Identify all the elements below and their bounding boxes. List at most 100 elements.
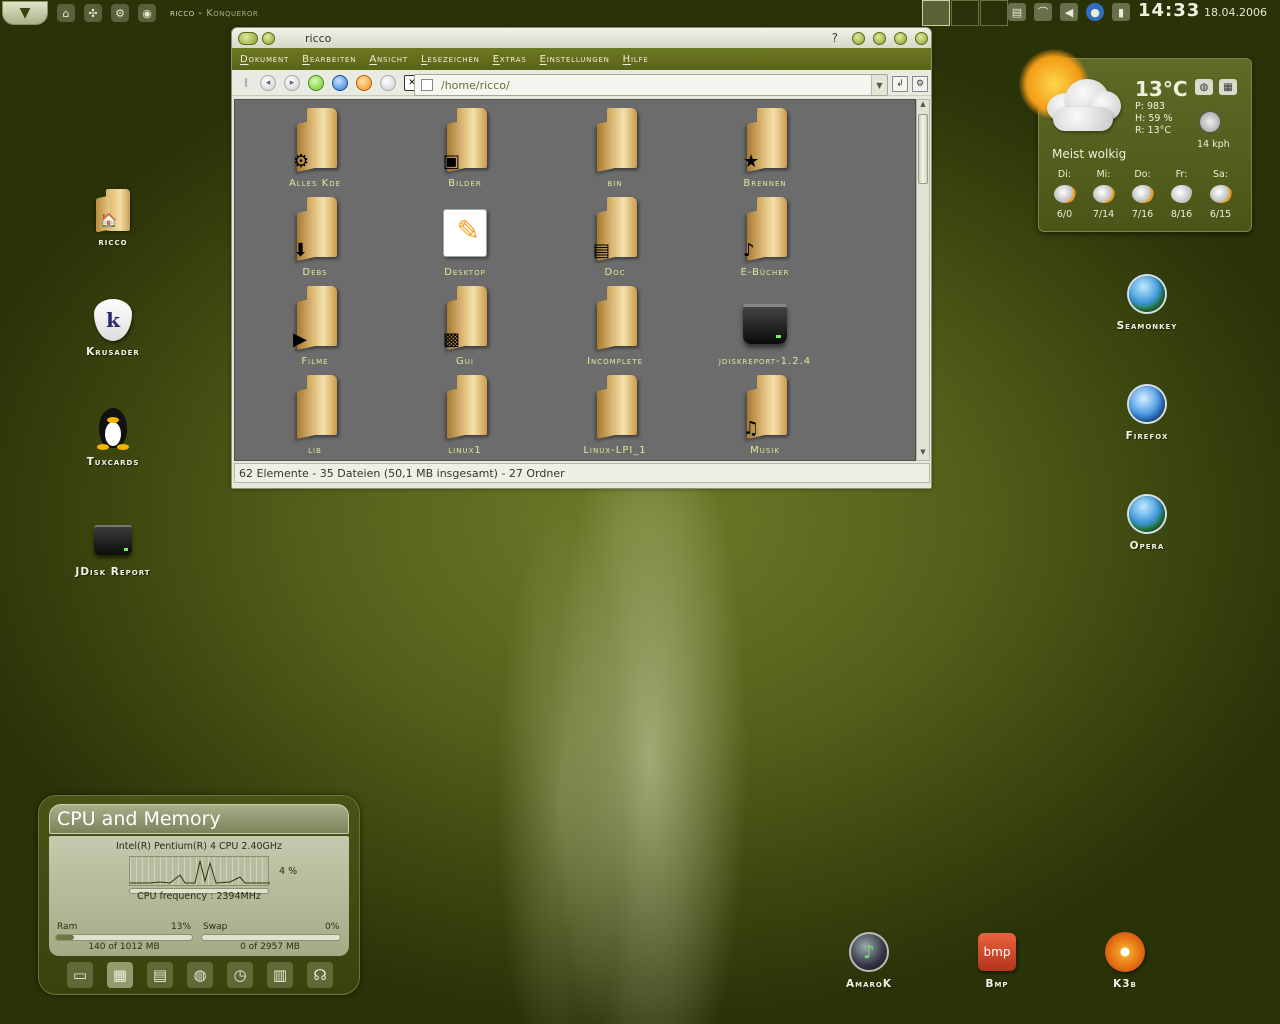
desktop-icon-bmp[interactable]: bmp Bmp <box>942 930 1052 990</box>
menu-dokument[interactable]: Dokument <box>240 54 289 65</box>
go-icon[interactable]: ↲ <box>892 76 908 92</box>
file-item-label: Filme <box>301 356 329 367</box>
file-item[interactable]: ▩ Gui <box>390 286 540 367</box>
calendar-icon[interactable]: ▥ <box>267 962 293 988</box>
file-item-label: jdiskreport-1.2.4 <box>718 356 812 367</box>
desktop-icon-opera[interactable]: Opera <box>1092 492 1202 552</box>
desktop-icon-firefox[interactable]: Firefox <box>1092 382 1202 442</box>
file-item[interactable]: ♫ Musik <box>690 375 840 456</box>
forecast-day: Fr: 8/16 <box>1162 169 1201 220</box>
back-icon[interactable]: ◂ <box>260 74 276 91</box>
task-title: ricco <box>170 7 195 19</box>
menu-hilfe[interactable]: Hilfe <box>623 54 649 65</box>
forward-icon[interactable]: ▸ <box>284 74 300 91</box>
taskbar-entry-konqueror[interactable]: ricco - Konqueror <box>170 8 258 19</box>
pager-desktop-2[interactable] <box>951 0 979 26</box>
scroll-up-icon[interactable]: ▲ <box>917 100 929 112</box>
sticky-button[interactable] <box>262 31 275 45</box>
file-item[interactable]: ⬇ Debs <box>240 197 390 278</box>
scroll-down-icon[interactable]: ▼ <box>917 448 929 460</box>
file-item-label: bin <box>607 178 623 189</box>
location-dropdown-icon[interactable]: ▼ <box>871 75 887 95</box>
desktop-icon[interactable]: ✣ <box>84 4 102 22</box>
forecast-range: 6/0 <box>1056 209 1073 220</box>
vertical-scrollbar[interactable]: ▲ ▼ <box>916 99 930 461</box>
file-item[interactable]: ▶ Filme <box>240 286 390 367</box>
file-item[interactable]: lib <box>240 375 390 456</box>
window-menu-button[interactable] <box>238 31 258 45</box>
weather-globe-icon[interactable]: ◍ <box>1195 79 1213 95</box>
file-item[interactable]: Linux-LPI_1 <box>540 375 690 456</box>
file-item[interactable]: ⚙ Alles Kde <box>240 108 390 189</box>
forecast-day: Sa: 6/15 <box>1201 169 1240 220</box>
swap-value: 0 of 2957 MB <box>240 942 300 952</box>
partly-cloudy-icon <box>1053 185 1076 203</box>
headset-icon[interactable]: ☊ <box>307 962 333 988</box>
home-icon[interactable]: ⌂ <box>57 4 75 22</box>
menu-extras[interactable]: Extras <box>493 54 527 65</box>
date[interactable]: 18.04.2006 <box>1204 6 1267 19</box>
file-item-label: Alles Kde <box>288 178 342 189</box>
forecast-day: Do: 7/16 <box>1123 169 1162 220</box>
desktop-icon-k3b[interactable]: K3b <box>1070 930 1180 990</box>
konqueror-gear-icon[interactable]: ⚙ <box>912 76 928 92</box>
weather-map-icon[interactable]: ▦ <box>1219 79 1237 95</box>
file-item[interactable]: linux1 <box>390 375 540 456</box>
toolbar-handle-icon[interactable]: ‖ <box>238 75 254 91</box>
pager-desktop-3[interactable] <box>980 0 1008 26</box>
file-item-label: Gui <box>456 356 474 367</box>
pager-desktop-1[interactable] <box>922 0 950 26</box>
menu-lesezeichen[interactable]: Lesezeichen <box>421 54 480 65</box>
menu-einstellungen[interactable]: Einstellungen <box>540 54 610 65</box>
desktop-icon-amarok[interactable]: ♪ AmaroK <box>814 930 924 990</box>
menu-bearbeiten[interactable]: Bearbeiten <box>302 54 356 65</box>
network-icon[interactable]: ⌒ <box>1034 3 1052 21</box>
scrollbar-thumb[interactable] <box>918 114 928 184</box>
volume-icon[interactable]: ◀ <box>1060 3 1078 21</box>
close-button[interactable] <box>915 31 928 45</box>
desktop-icon-krusader[interactable]: k Krusader <box>58 298 168 358</box>
desktop-icon-tuxcards[interactable]: Tuxcards <box>58 408 168 468</box>
update-icon[interactable]: ● <box>1086 3 1104 21</box>
up-icon[interactable] <box>308 74 324 91</box>
stop-icon[interactable] <box>380 74 396 91</box>
file-item[interactable]: ▤ Doc <box>540 197 690 278</box>
disk-icon[interactable]: ▤ <box>147 962 173 988</box>
file-item[interactable]: ★ Brennen <box>690 108 840 189</box>
desktop-icon-jdisk-report[interactable]: JDisk Report <box>58 518 168 578</box>
file-item[interactable]: ▣ Bilder <box>390 108 540 189</box>
browser-icon[interactable]: ◉ <box>138 4 156 22</box>
reload-icon[interactable] <box>332 74 348 91</box>
folder-icon: ♫ <box>743 375 787 441</box>
kmenu-button[interactable]: ▼ <box>2 1 48 25</box>
desktop-icon-label: Opera <box>1129 540 1165 552</box>
file-item[interactable]: Incomplete <box>540 286 690 367</box>
file-item[interactable]: jdiskreport-1.2.4 <box>690 286 840 367</box>
minimize-button[interactable] <box>873 31 886 45</box>
location-input[interactable] <box>441 78 861 92</box>
trash-icon[interactable]: ▮ <box>1112 3 1130 21</box>
maximize-button[interactable] <box>894 31 907 45</box>
shade-button[interactable] <box>852 31 865 45</box>
file-item[interactable]: ♪ E-Bücher <box>690 197 840 278</box>
chip-icon[interactable]: ▦ <box>107 962 133 988</box>
file-item[interactable]: bin <box>540 108 690 189</box>
alarm-clock-icon[interactable]: ◷ <box>227 962 253 988</box>
clock[interactable]: 14:33 <box>1138 0 1200 21</box>
monitor-icon[interactable]: ▭ <box>67 962 93 988</box>
konqueror-icon[interactable]: ⚙ <box>111 4 129 22</box>
folder-icon <box>593 375 637 441</box>
file-item[interactable]: Desktop <box>390 197 540 278</box>
forecast-day-label: Fr: <box>1175 169 1188 180</box>
menu-ansicht[interactable]: Ansicht <box>369 54 408 65</box>
help-button[interactable]: ? <box>832 31 838 45</box>
forecast-range: 7/16 <box>1131 209 1154 220</box>
file-item-label: Doc <box>604 267 626 278</box>
network-globe-icon[interactable]: ◍ <box>187 962 213 988</box>
home-nav-icon[interactable] <box>356 74 372 91</box>
folder-icon: ▶ <box>293 286 337 352</box>
desktop-icon-ricco[interactable]: 🏠 ricco <box>58 188 168 248</box>
desktop-icon-seamonkey[interactable]: Seamonkey <box>1092 272 1202 332</box>
clipboard-icon[interactable]: ▤ <box>1008 3 1026 21</box>
window-titlebar[interactable]: ricco ? <box>232 28 931 48</box>
